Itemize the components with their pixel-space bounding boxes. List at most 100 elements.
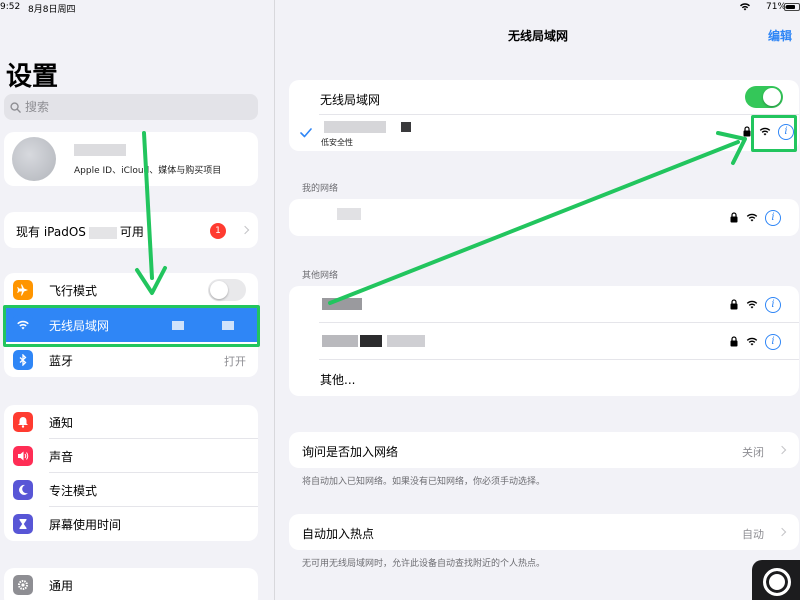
sidebar-item-bluetooth[interactable]: 蓝牙 打开	[4, 343, 258, 377]
connected-network-row[interactable]: 低安全性 i	[289, 115, 799, 151]
chevron-right-icon	[777, 527, 787, 537]
sidebar-item-label: 无线局域网	[49, 319, 110, 333]
other-network-row[interactable]: 其他...	[289, 360, 799, 396]
apple-id-card[interactable]: Apple ID、iCloud、媒体与购买项目	[4, 132, 258, 186]
network-name-redacted	[172, 321, 184, 330]
sidebar-item-label: 飞行模式	[49, 284, 98, 298]
airplane-mode-toggle[interactable]	[208, 279, 246, 301]
speaker-icon	[13, 446, 33, 466]
sidebar-item-notifications[interactable]: 通知	[4, 405, 258, 439]
battery-icon	[784, 3, 800, 11]
wifi-signal-icon	[746, 213, 758, 222]
search-icon	[10, 101, 21, 113]
network-name-redacted	[322, 298, 362, 310]
sidebar-item-focus[interactable]: 专注模式	[4, 473, 258, 507]
network-row[interactable]: i	[289, 286, 799, 323]
ask-join-row[interactable]: 询问是否加入网络 关闭	[289, 432, 799, 468]
wifi-icon	[13, 315, 33, 335]
info-icon[interactable]: i	[765, 210, 781, 226]
info-icon[interactable]: i	[765, 297, 781, 313]
network-name-redacted	[337, 208, 361, 220]
update-label-suffix: 可用	[119, 225, 144, 239]
wifi-signal-icon	[759, 127, 771, 136]
software-update-label: 现有 iPadOS 可用	[16, 223, 144, 240]
sidebar-item-label: 声音	[49, 450, 74, 464]
ask-join-label: 询问是否加入网络	[302, 445, 399, 459]
wifi-toggle[interactable]	[745, 86, 783, 108]
network-name-redacted	[322, 335, 358, 347]
auto-hotspot-label: 自动加入热点	[302, 527, 375, 541]
status-date: 8月8日周四	[28, 5, 76, 15]
sidebar-item-label: 屏幕使用时间	[49, 518, 122, 532]
sidebar-item-label: 通知	[49, 416, 74, 430]
bell-icon	[13, 412, 33, 432]
my-networks-header: 我的网络	[302, 184, 339, 194]
sidebar-item-airplane-mode[interactable]: 飞行模式	[4, 273, 258, 307]
auto-hotspot-group: 自动加入热点 自动	[289, 514, 799, 550]
lock-icon	[730, 299, 738, 310]
sidebar-item-sounds[interactable]: 声音	[4, 439, 258, 473]
chevron-right-icon	[240, 225, 250, 235]
notifications-group: 通知 声音 专注模式 屏幕使用时间	[4, 405, 258, 541]
bluetooth-icon	[13, 350, 33, 370]
hourglass-icon	[13, 514, 33, 534]
bluetooth-status: 打开	[224, 355, 246, 368]
sidebar-item-label: 通用	[49, 579, 74, 593]
ask-join-footnote: 将自动加入已知网络。如果没有已知网络，你必须手动选择。	[302, 477, 546, 487]
status-wifi-icon	[740, 3, 750, 11]
network-name-redacted	[401, 122, 411, 132]
ask-join-group: 询问是否加入网络 关闭	[289, 432, 799, 468]
wifi-toggle-label: 无线局域网	[320, 93, 381, 107]
gear-icon	[13, 575, 33, 595]
my-networks-group: i	[289, 199, 799, 236]
update-badge: 1	[210, 223, 226, 239]
info-icon[interactable]: i	[765, 334, 781, 350]
general-group: 通用	[4, 568, 258, 600]
other-networks-header: 其他网络	[302, 271, 339, 281]
security-note: 低安全性	[321, 138, 353, 147]
sidebar-item-label: 蓝牙	[49, 354, 74, 368]
auto-hotspot-value: 自动	[742, 528, 764, 541]
other-network-label: 其他...	[320, 373, 356, 387]
sidebar-item-wifi[interactable]: 无线局域网	[4, 308, 258, 342]
network-row[interactable]: i	[289, 323, 799, 360]
search-input[interactable]	[25, 100, 245, 114]
network-name-redacted	[360, 335, 382, 347]
lock-icon	[730, 212, 738, 223]
network-name-redacted	[222, 321, 234, 330]
wifi-signal-icon	[746, 337, 758, 346]
battery-percent: 71%	[766, 2, 787, 12]
sidebar-item-general[interactable]: 通用	[4, 568, 258, 600]
version-redacted	[88, 226, 117, 239]
auto-hotspot-footnote: 无可用无线局域网时，允许此设备自动查找附近的个人热点。	[302, 559, 546, 569]
status-bar: 9:52 8月8日周四 71%	[0, 0, 800, 16]
lock-icon	[730, 336, 738, 347]
wifi-toggle-row: 无线局域网	[289, 80, 799, 115]
apple-id-subtitle: Apple ID、iCloud、媒体与购买项目	[74, 166, 222, 176]
network-row[interactable]: i	[289, 199, 799, 236]
assistive-touch-button[interactable]	[752, 560, 800, 600]
page-title: 无线局域网	[507, 29, 568, 43]
info-icon[interactable]: i	[778, 124, 794, 140]
wifi-main-group: 无线局域网 低安全性 i	[289, 80, 799, 151]
wifi-detail-pane: 无线局域网 编辑 无线局域网 低安全性 i 我的网络 i 其他网络 i i 其他…	[276, 0, 800, 600]
sidebar-title: 设置	[6, 62, 59, 92]
moon-icon	[13, 480, 33, 500]
wifi-signal-icon	[746, 300, 758, 309]
auto-hotspot-row[interactable]: 自动加入热点 自动	[289, 514, 799, 550]
checkmark-icon	[300, 128, 312, 138]
software-update-row[interactable]: 现有 iPadOS 可用 1	[4, 212, 258, 248]
network-name-redacted	[387, 335, 425, 347]
settings-sidebar: 设置 Apple ID、iCloud、媒体与购买项目 现有 iPadOS 可用 1…	[0, 0, 275, 600]
search-bar[interactable]	[4, 94, 258, 120]
network-name-redacted	[324, 121, 386, 133]
update-label-prefix: 现有 iPadOS	[16, 225, 86, 239]
avatar	[12, 137, 56, 181]
edit-button[interactable]: 编辑	[768, 27, 792, 44]
sidebar-item-label: 专注模式	[49, 484, 98, 498]
lock-icon	[743, 126, 751, 137]
sidebar-item-screen-time[interactable]: 屏幕使用时间	[4, 507, 258, 541]
airplane-icon	[13, 280, 33, 300]
ask-join-value: 关闭	[742, 446, 764, 459]
status-time: 9:52	[0, 2, 21, 12]
